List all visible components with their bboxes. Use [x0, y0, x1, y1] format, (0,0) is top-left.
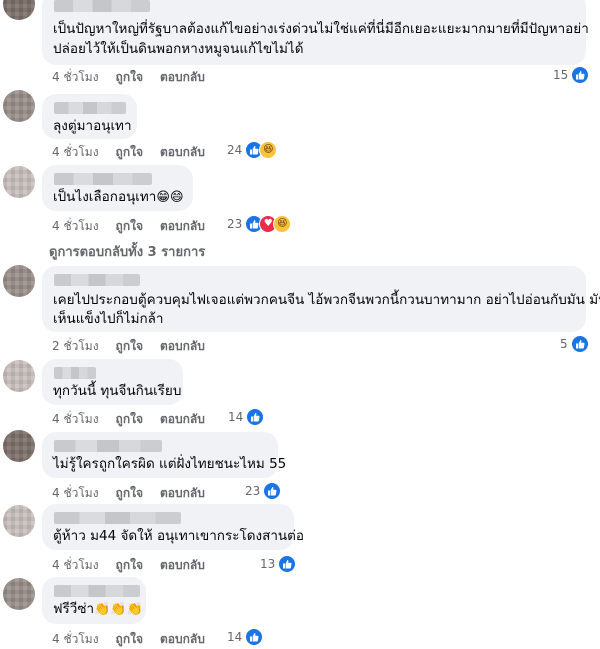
reaction-count: 14: [227, 630, 243, 644]
reaction-count: 15: [553, 68, 569, 82]
commenter-name[interactable]: [54, 585, 140, 597]
reaction-count: 23: [227, 217, 243, 231]
avatar[interactable]: [3, 166, 35, 198]
comment-time[interactable]: 4 ชั่วโมง: [52, 68, 99, 87]
comment-actions: 2 ชั่วโมง ถูกใจ ตอบกลับ: [52, 337, 205, 356]
reaction-summary[interactable]: 14: [227, 628, 264, 646]
avatar[interactable]: [3, 360, 35, 392]
haha-reaction-icon: 😆: [273, 215, 292, 233]
comment-time[interactable]: 4 ชั่วโมง: [52, 484, 99, 503]
view-replies-link[interactable]: ดูการตอบกลับทั้ง 3 รายการ: [49, 241, 205, 262]
avatar[interactable]: [3, 0, 35, 20]
reaction-summary[interactable]: 15: [553, 66, 590, 84]
reaction-count: 23: [245, 484, 261, 498]
reply-button[interactable]: ตอบกลับ: [160, 143, 205, 162]
comment-time[interactable]: 4 ชั่วโมง: [52, 143, 99, 162]
commenter-name[interactable]: [54, 367, 96, 379]
reaction-summary[interactable]: 23: [245, 482, 282, 500]
comment-time[interactable]: 4 ชั่วโมง: [52, 630, 99, 649]
like-reaction-icon: [246, 408, 265, 426]
comment-text: เป็นไงเลือกอนุเทา: [53, 189, 157, 205]
like-button[interactable]: ถูกใจ: [116, 143, 143, 162]
commenter-name[interactable]: [54, 512, 181, 524]
commenter-name[interactable]: [54, 0, 150, 12]
comment-bubble: เป็นปัญหาใหญ่ที่รัฐบาลต้องแก้ไขอย่างเร่ง…: [42, 0, 589, 65]
reaction-count: 5: [560, 337, 568, 351]
like-reaction-icon: [278, 555, 297, 573]
reaction-summary[interactable]: 14: [228, 408, 265, 426]
comment-text-line: เคยไปประกอบตู้ควบคุมไฟเจอแต่พวกคนจีน ไอ้…: [53, 292, 600, 308]
reply-button[interactable]: ตอบกลับ: [160, 630, 205, 649]
comment-actions: 4 ชั่วโมง ถูกใจ ตอบกลับ: [52, 68, 205, 87]
like-reaction-icon: [245, 628, 264, 646]
reaction-count: 14: [228, 410, 244, 424]
reply-button[interactable]: ตอบกลับ: [160, 484, 205, 503]
like-button[interactable]: ถูกใจ: [116, 556, 143, 575]
reaction-summary[interactable]: 23 ♥ 😆: [227, 215, 292, 233]
emoji: 😁😄: [156, 190, 184, 205]
like-button[interactable]: ถูกใจ: [116, 410, 143, 429]
comment-text-line: ไม่รู้ใครถูกใครผิด แต่ฝั่งไทยชนะไหม 55: [53, 456, 287, 472]
comment-actions: 4 ชั่วโมง ถูกใจ ตอบกลับ: [52, 556, 205, 575]
comment-text-line: ปล่อยไว้ให้เป็นดินพอกหางหมูจนแก้ไขไม่ได้: [53, 41, 304, 57]
comment-text-line: เป็นไงเลือกอนุเทา😁😄: [53, 187, 184, 208]
comment-bubble: เคยไปประกอบตู้ควบคุมไฟเจอแต่พวกคนจีน ไอ้…: [42, 266, 600, 332]
avatar[interactable]: [3, 505, 35, 537]
comment-text-line: ลุงตู่มาอนุเทา: [53, 118, 132, 134]
like-reaction-icon: [571, 66, 590, 84]
comment-actions: 4 ชั่วโมง ถูกใจ ตอบกลับ: [52, 630, 205, 649]
like-reaction-icon: [570, 335, 589, 353]
comment-time[interactable]: 2 ชั่วโมง: [52, 337, 99, 356]
like-button[interactable]: ถูกใจ: [116, 68, 143, 87]
avatar[interactable]: [3, 265, 35, 297]
avatar[interactable]: [3, 430, 35, 462]
like-reaction-icon: [263, 482, 282, 500]
comment-actions: 4 ชั่วโมง ถูกใจ ตอบกลับ: [52, 143, 205, 162]
comment-bubble: ทุกวันนี้ ทุนจีนกินเรียบ: [42, 359, 183, 405]
reply-button[interactable]: ตอบกลับ: [160, 337, 205, 356]
avatar[interactable]: [3, 578, 35, 610]
comment-text-line: ตู้ห้าว ม44 จัดให้ อนุเทาเขากระโดงสานต่อ: [53, 528, 305, 544]
comment-bubble: ลุงตู่มาอนุเทา: [42, 94, 137, 139]
comment-actions: 4 ชั่วโมง ถูกใจ ตอบกลับ: [52, 484, 205, 503]
comment-actions: 4 ชั่วโมง ถูกใจ ตอบกลับ: [52, 217, 205, 236]
commenter-name[interactable]: [54, 274, 140, 286]
comment-text: ฟรีวีซ่า: [53, 601, 95, 617]
comment-text-line: ฟรีวีซ่า👏👏👏: [53, 599, 143, 620]
reaction-summary[interactable]: 13: [260, 555, 297, 573]
comment-time[interactable]: 4 ชั่วโมง: [52, 410, 99, 429]
like-button[interactable]: ถูกใจ: [116, 337, 143, 356]
comment-text-line: ทุกวันนี้ ทุนจีนกินเรียบ: [53, 383, 182, 399]
reaction-count: 24: [227, 143, 243, 157]
comment-actions: 4 ชั่วโมง ถูกใจ ตอบกลับ: [52, 410, 205, 429]
reply-button[interactable]: ตอบกลับ: [160, 410, 205, 429]
commenter-name[interactable]: [54, 440, 162, 452]
avatar[interactable]: [3, 90, 35, 122]
comment-bubble: ไม่รู้ใครถูกใครผิด แต่ฝั่งไทยชนะไหม 55: [42, 432, 286, 478]
emoji: 👏👏👏: [94, 602, 143, 617]
like-button[interactable]: ถูกใจ: [116, 484, 143, 503]
comment-bubble: ตู้ห้าว ม44 จัดให้ อนุเทาเขากระโดงสานต่อ: [42, 504, 304, 550]
comment-text-line: เห็นแข็งไปก็ไม่กล้า: [53, 311, 164, 327]
reply-button[interactable]: ตอบกลับ: [160, 217, 205, 236]
reply-button[interactable]: ตอบกลับ: [160, 68, 205, 87]
reaction-summary[interactable]: 24 😆: [227, 141, 278, 159]
haha-reaction-icon: 😆: [259, 141, 278, 159]
comment-bubble: ฟรีวีซ่า👏👏👏: [42, 577, 146, 624]
reaction-count: 13: [260, 557, 276, 571]
reply-button[interactable]: ตอบกลับ: [160, 556, 205, 575]
comment-time[interactable]: 4 ชั่วโมง: [52, 556, 99, 575]
reaction-summary[interactable]: 5: [560, 335, 589, 353]
comment-text-line: เป็นปัญหาใหญ่ที่รัฐบาลต้องแก้ไขอย่างเร่ง…: [53, 21, 589, 37]
commenter-name[interactable]: [54, 102, 126, 114]
comment-time[interactable]: 4 ชั่วโมง: [52, 217, 99, 236]
like-button[interactable]: ถูกใจ: [116, 630, 143, 649]
commenter-name[interactable]: [54, 173, 152, 185]
comment-bubble: เป็นไงเลือกอนุเทา😁😄: [42, 165, 193, 211]
like-button[interactable]: ถูกใจ: [116, 217, 143, 236]
